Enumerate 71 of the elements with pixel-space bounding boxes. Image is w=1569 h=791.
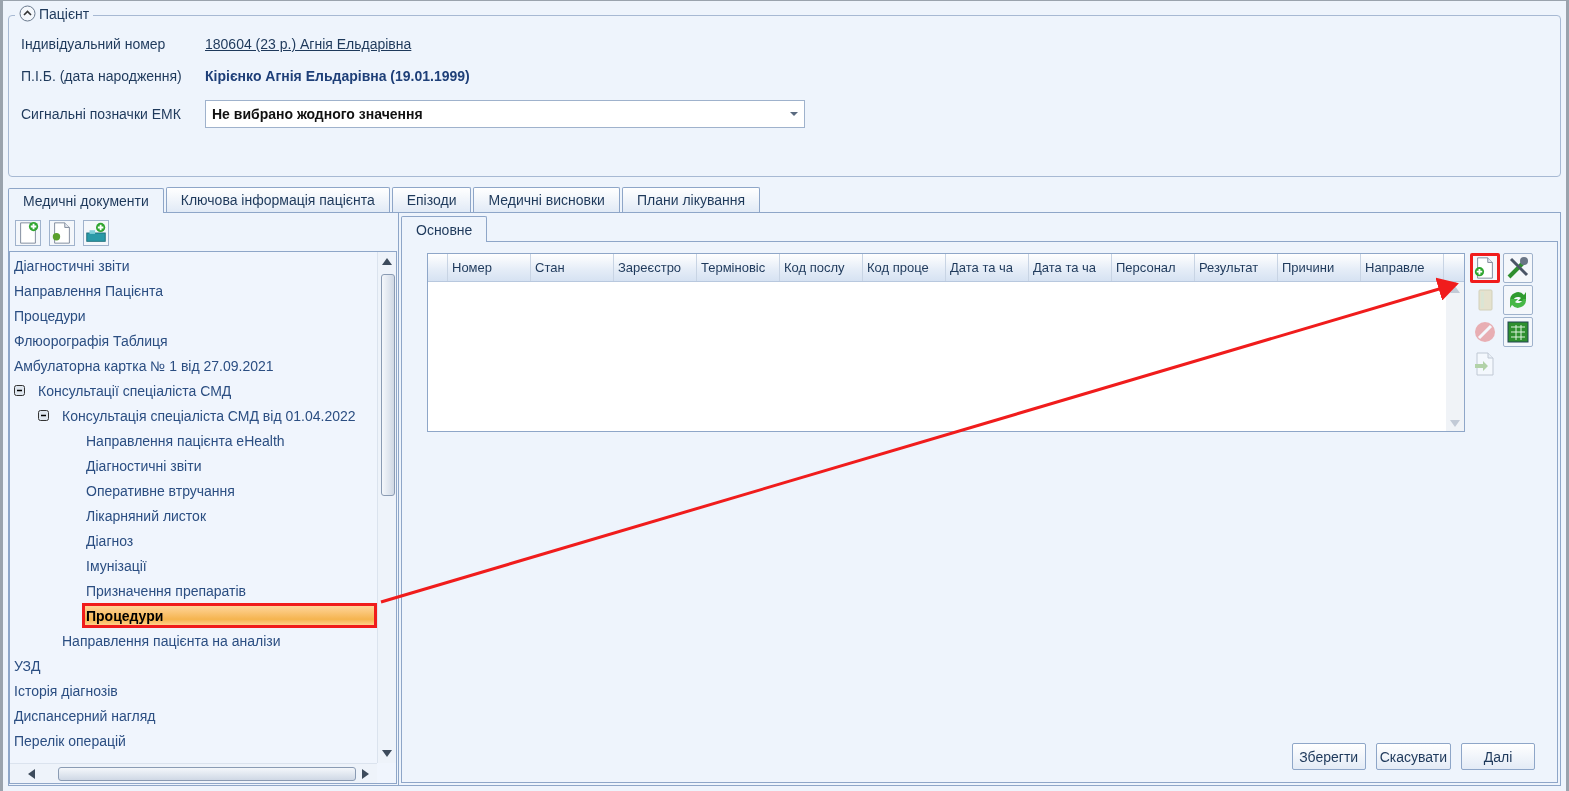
scroll-down-icon[interactable] (382, 750, 392, 757)
field-label: Індивідуальний номер (21, 36, 167, 52)
tree-item[interactable]: Лікарняний листок (86, 503, 377, 528)
tree-item[interactable]: Оперативне втручання (86, 478, 377, 503)
scroll-left-icon[interactable] (28, 769, 35, 779)
scroll-right-icon[interactable] (362, 769, 369, 779)
patient-link[interactable]: 180604 (23 р.) Агнія Ельдарівна (205, 36, 412, 52)
tree-item[interactable]: Консультація спеціаліста СМД від 01.04.2022 (62, 403, 377, 428)
tree-item[interactable]: Флюорографія Таблиця (14, 328, 377, 353)
column-header[interactable]: Терміновіс (697, 254, 780, 281)
tree-item[interactable]: Перелік операцій (14, 728, 377, 753)
tree-item[interactable]: Направлення пацієнта на аналізи (62, 628, 377, 653)
action-button[interactable]: Скасувати (1375, 743, 1451, 770)
spreadsheet-icon (1505, 319, 1531, 345)
toolbar-button[interactable] (15, 220, 41, 246)
caret-icon (790, 111, 798, 117)
no-entry-icon (1472, 319, 1498, 345)
column-header[interactable]: Зареєстро (614, 254, 697, 281)
scroll-up-icon[interactable] (1450, 286, 1460, 293)
collapse-icon[interactable] (14, 385, 25, 396)
tree-item[interactable]: Призначення препаратів (86, 578, 377, 603)
vertical-scrollbar[interactable] (1446, 282, 1464, 431)
field-label: Сигнальні позначки ЕМК (21, 106, 182, 122)
tab[interactable]: Ключова інформація пацієнта (165, 187, 390, 212)
toolbar-button[interactable] (83, 220, 109, 246)
tree-item[interactable]: Процедури (14, 303, 377, 328)
tree-item[interactable]: Діагностичні звіти (86, 453, 377, 478)
column-header[interactable]: Код послу (780, 254, 863, 281)
tool-button[interactable] (1470, 253, 1500, 283)
toolbar-button[interactable] (49, 220, 75, 246)
action-button[interactable]: Зберегти (1291, 743, 1366, 770)
tab[interactable]: Медичні документи (8, 188, 164, 213)
tree-item[interactable]: Діагноз (86, 528, 377, 553)
column-header[interactable]: Причини (1278, 254, 1361, 281)
column-header[interactable]: Дата та ча (946, 254, 1029, 281)
column-header[interactable]: Направле (1361, 254, 1444, 281)
column-header[interactable]: Стан (531, 254, 614, 281)
tab[interactable]: Плани лікування (621, 187, 761, 212)
tree-item[interactable]: Процедури (82, 603, 377, 628)
collapse-icon[interactable] (19, 5, 36, 22)
column-header[interactable]: Дата та ча (1029, 254, 1112, 281)
column-header[interactable]: Код проце (863, 254, 946, 281)
tool-button[interactable] (1503, 285, 1533, 315)
patient-name: Кірієнко Агнія Ельдарівна (19.01.1999) (205, 68, 470, 84)
column-header[interactable]: Результат (1195, 254, 1278, 281)
field-label: П.І.Б. (дата народження) (21, 68, 183, 84)
action-button[interactable]: Далі (1461, 743, 1535, 770)
tree-item[interactable]: Консультації спеціаліста СМД (38, 378, 377, 403)
scroll-up-icon[interactable] (382, 258, 392, 265)
tree-item[interactable]: Амбулаторна картка № 1 від 27.09.2021 (14, 353, 377, 378)
tree-item[interactable]: Імунізації (86, 553, 377, 578)
tab[interactable]: Основне (401, 216, 488, 242)
add-tray-icon (84, 221, 108, 245)
tool-button[interactable] (1503, 253, 1533, 283)
tools-icon (1505, 255, 1531, 281)
tree-item[interactable]: Диспансерний нагляд (14, 703, 377, 728)
horizontal-scrollbar[interactable] (10, 763, 377, 783)
column-header[interactable]: Номер (448, 254, 531, 281)
tree-item[interactable]: Діагностичні звіти (14, 253, 377, 278)
tree-item[interactable]: УЗД (14, 653, 377, 678)
tree-item[interactable]: Історія діагнозів (14, 678, 377, 703)
dropdown-field[interactable]: Не вибрано жодного значення (205, 100, 805, 128)
tool-button[interactable] (1503, 317, 1533, 347)
collapse-icon[interactable] (38, 410, 49, 421)
tree-item[interactable]: Направлення пацієнта eHealth (86, 428, 377, 453)
tab[interactable]: Медичні висновки (473, 187, 620, 212)
tree-item[interactable]: Направлення Пацієнта (14, 278, 377, 303)
column-header[interactable]: Персонал (1112, 254, 1195, 281)
tab[interactable]: Епізоди (391, 187, 472, 212)
section-title: Пацієнт (39, 5, 90, 22)
vertical-scrollbar[interactable] (377, 252, 396, 763)
